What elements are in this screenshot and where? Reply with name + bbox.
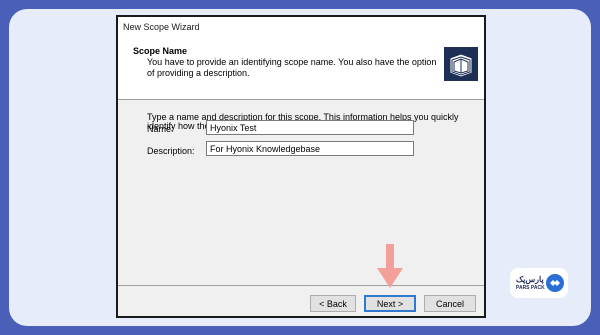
- logo-text-persian: پارس‌پک: [516, 275, 544, 284]
- scope-name-input[interactable]: [206, 120, 414, 135]
- window-title: New Scope Wizard: [123, 22, 200, 32]
- name-label: Name:: [147, 124, 174, 134]
- description-label: Description:: [147, 146, 195, 156]
- back-button[interactable]: < Back: [310, 295, 356, 312]
- folder-stack-icon: [444, 47, 478, 81]
- page-title: Scope Name: [133, 46, 188, 56]
- parspack-logo: پارس‌پک PARS PACK: [510, 268, 568, 298]
- footer-divider: [118, 285, 484, 286]
- next-button[interactable]: Next >: [364, 295, 416, 312]
- scope-description-input[interactable]: [206, 141, 414, 156]
- wizard-header: Scope Name You have to provide an identi…: [118, 39, 484, 100]
- title-bar: New Scope Wizard: [118, 17, 484, 39]
- logo-badge-icon: [546, 274, 564, 292]
- page-description: You have to provide an identifying scope…: [147, 57, 437, 78]
- wizard-dialog: New Scope Wizard Scope Name You have to …: [116, 15, 486, 318]
- arrow-down-icon: [377, 244, 403, 288]
- cancel-button[interactable]: Cancel: [424, 295, 476, 312]
- logo-text-english: PARS PACK: [516, 285, 545, 291]
